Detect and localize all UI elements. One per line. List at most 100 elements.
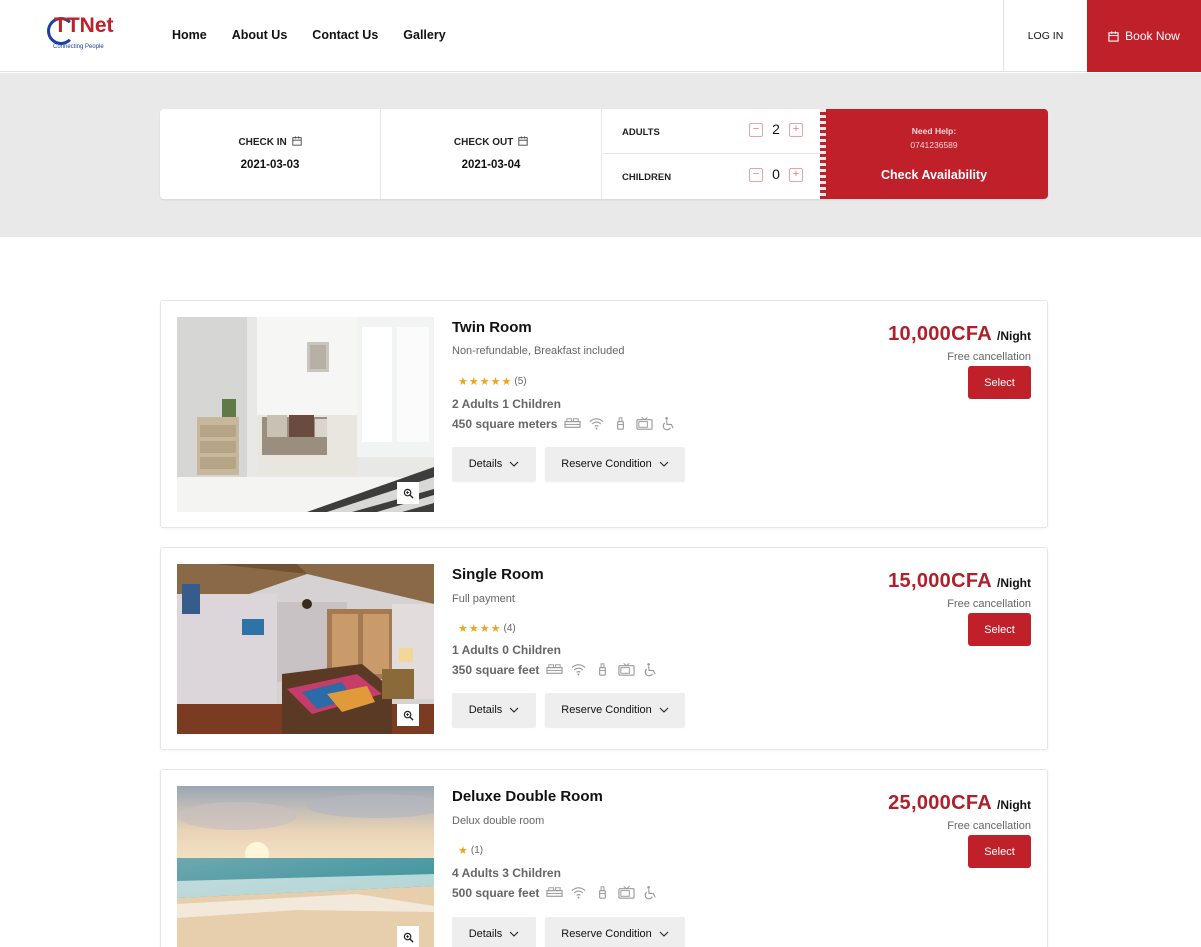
reserve-condition-button[interactable]: Reserve Condition — [545, 447, 685, 481]
toiletries-icon — [617, 417, 625, 430]
room-occupancy: 1 Adults 0 Children — [452, 643, 561, 657]
nav-home[interactable]: Home — [172, 28, 207, 42]
wifi-icon — [589, 418, 604, 430]
book-now-button[interactable]: Book Now — [1087, 0, 1201, 72]
site-header: TTNet Connecting People Home About Us Co… — [0, 0, 1201, 72]
tv-icon — [618, 662, 636, 676]
room-size-row: 500 square feet — [452, 885, 659, 900]
zoom-button[interactable] — [397, 704, 419, 726]
calendar-icon — [518, 136, 528, 146]
check-in-value: 2021-03-03 — [240, 159, 300, 171]
cancellation-policy: Free cancellation — [947, 598, 1031, 610]
room-card-single: Single Room Full payment ★ ★ ★ ★ (4) 1 A… — [160, 547, 1048, 750]
zoom-button[interactable] — [397, 926, 419, 947]
children-decrement-button[interactable]: − — [749, 168, 763, 182]
details-button[interactable]: Details — [452, 917, 536, 947]
toiletries-icon — [599, 886, 607, 899]
details-button[interactable]: Details — [452, 447, 536, 481]
check-in-label-wrap: CHECK IN — [160, 136, 380, 148]
bed-icon — [546, 664, 564, 674]
room-size-row: 450 square meters — [452, 416, 677, 431]
star-icon: ★ — [468, 376, 479, 388]
details-button[interactable]: Details — [452, 693, 536, 727]
nav-about-us[interactable]: About Us — [232, 28, 288, 42]
select-room-button[interactable]: Select — [968, 835, 1031, 868]
children-increment-button[interactable]: + — [789, 168, 803, 182]
room-photo-deluxe-double[interactable] — [177, 786, 434, 947]
price-value: 15,000CFA — [888, 570, 992, 592]
room-photo-twin[interactable] — [177, 317, 434, 512]
room-occupancy: 4 Adults 3 Children — [452, 866, 561, 880]
select-room-button[interactable]: Select — [968, 613, 1031, 646]
room-photo-single[interactable] — [177, 564, 434, 734]
star-icon: ★ — [479, 376, 490, 388]
details-label: Details — [468, 458, 503, 470]
book-now-label: Book Now — [1125, 29, 1180, 43]
room-title[interactable]: Single Room — [452, 566, 544, 583]
price-value: 25,000CFA — [888, 792, 992, 814]
bed-icon — [546, 887, 564, 897]
adults-decrement-button[interactable]: − — [749, 123, 763, 137]
calendar-icon — [1108, 30, 1119, 42]
twin-room-photo-image — [177, 317, 434, 512]
price-unit: /Night — [997, 798, 1031, 812]
zoom-in-icon — [403, 932, 414, 943]
check-availability-button[interactable]: Check Availability — [820, 168, 1048, 182]
check-out-field[interactable]: CHECK OUT 2021-03-04 — [381, 109, 602, 199]
deluxe-room-photo-image — [177, 786, 434, 947]
help-label: Need Help: — [911, 126, 957, 136]
price-unit: /Night — [997, 329, 1031, 343]
star-icon: ★ — [490, 623, 501, 635]
check-out-value: 2021-03-04 — [461, 159, 521, 171]
star-icon: ★ — [501, 376, 512, 388]
room-subtitle: Full payment — [452, 593, 515, 605]
children-label: CHILDREN — [622, 172, 672, 183]
reserve-condition-label: Reserve Condition — [561, 928, 652, 940]
room-card-deluxe-double: Deluxe Double Room Delux double room ★ (… — [160, 769, 1048, 947]
check-availability-panel[interactable]: Need Help: 0741236589 Check Availability — [820, 109, 1048, 199]
room-subtitle: Delux double room — [452, 815, 545, 827]
toiletries-icon — [599, 663, 607, 676]
adults-value: 2 — [772, 121, 780, 137]
star-icon: ★ — [468, 623, 479, 635]
check-in-field[interactable]: CHECK IN 2021-03-03 — [160, 109, 381, 199]
rating-count: (1) — [470, 845, 484, 856]
children-stepper: − 0 + — [749, 166, 807, 184]
rating-count: (4) — [503, 623, 516, 634]
brand-tagline: Connecting People — [53, 44, 104, 50]
cancellation-policy: Free cancellation — [947, 351, 1031, 363]
brand-name: TTNet — [54, 14, 114, 37]
availability-search: CHECK IN 2021-03-03 CHECK OUT 2021-03-04… — [160, 109, 1048, 199]
room-title[interactable]: Deluxe Double Room — [452, 788, 603, 805]
check-out-label: CHECK OUT — [453, 137, 514, 148]
room-price: 15,000CFA /Night — [888, 570, 1031, 593]
chevron-down-icon — [659, 931, 669, 937]
nav-gallery[interactable]: Gallery — [403, 28, 445, 42]
brand-logo[interactable]: TTNet Connecting People — [46, 14, 116, 56]
room-size: 350 square feet — [452, 662, 540, 677]
room-size: 500 square feet — [452, 885, 540, 900]
room-rating: ★ (1) — [458, 844, 483, 857]
wheelchair-icon — [645, 886, 657, 900]
price-value: 10,000CFA — [888, 323, 992, 345]
cancellation-policy: Free cancellation — [947, 820, 1031, 832]
select-room-button[interactable]: Select — [968, 366, 1031, 399]
calendar-icon — [291, 136, 302, 146]
nav-contact-us[interactable]: Contact Us — [312, 28, 378, 42]
details-label: Details — [468, 928, 503, 940]
star-icon: ★ — [458, 845, 468, 857]
tv-icon — [618, 885, 636, 899]
tv-icon — [636, 416, 654, 430]
room-size: 450 square meters — [452, 416, 558, 431]
room-title[interactable]: Twin Room — [452, 319, 532, 336]
torn-edge-decoration — [820, 109, 826, 199]
zoom-in-icon — [403, 710, 414, 721]
zoom-button[interactable] — [397, 482, 419, 504]
children-value: 0 — [772, 166, 780, 182]
room-rating: ★ ★ ★ ★ ★ (5) — [458, 375, 527, 388]
login-button[interactable]: LOG IN — [1003, 0, 1087, 72]
room-occupancy: 2 Adults 1 Children — [452, 397, 561, 411]
reserve-condition-button[interactable]: Reserve Condition — [545, 693, 685, 727]
adults-increment-button[interactable]: + — [789, 123, 803, 137]
reserve-condition-button[interactable]: Reserve Condition — [545, 917, 685, 947]
